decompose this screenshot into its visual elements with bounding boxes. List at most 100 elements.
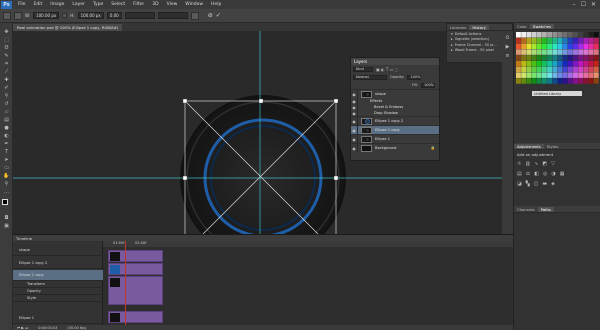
swatch[interactable] [536,37,542,44]
timeline-track-selected[interactable]: Ellipse 1 copy [13,270,103,281]
swatch[interactable] [573,72,578,78]
swatch[interactable] [588,60,594,67]
swatch[interactable] [557,78,563,84]
tab-swatches[interactable]: Swatches [529,23,555,29]
marquee-tool-icon[interactable]: ⬚ [3,37,10,43]
playhead[interactable] [125,241,126,325]
tool-preset-icon[interactable] [3,11,11,20]
swatch[interactable] [573,55,578,61]
swatch[interactable] [547,72,553,78]
swatch[interactable] [588,37,594,44]
swatch[interactable] [593,37,599,44]
swatch[interactable] [547,55,553,61]
commit-transform-button[interactable]: ✓ [216,12,221,19]
vibrance-icon[interactable]: ▽ [551,161,555,167]
swatch[interactable] [578,49,584,55]
swatch[interactable] [516,32,521,38]
swatch[interactable] [557,55,563,61]
eye-icon[interactable]: ◉ [351,144,358,152]
properties-panel-icon[interactable]: ≡ [504,53,511,59]
swatch[interactable] [536,49,542,55]
warp-toggle-icon[interactable] [190,11,199,20]
pen-tool-icon[interactable]: ✒ [3,141,10,147]
layer-row[interactable]: ◉ Ellipse 1 copy 2 [351,116,439,125]
menu-3d[interactable]: 3D [148,2,162,7]
swatch[interactable] [583,37,589,44]
quick-select-tool-icon[interactable]: ✎ [3,53,10,59]
invert-icon[interactable]: ◪ [517,181,522,187]
menu-image[interactable]: Image [46,2,68,7]
swatch[interactable] [541,78,547,84]
link-icon[interactable] [62,13,68,18]
swatch[interactable] [557,37,563,44]
swatch[interactable] [552,55,558,61]
swatch[interactable] [593,32,599,38]
swatch[interactable] [562,78,568,84]
swatch[interactable] [552,49,558,55]
swatch[interactable] [557,60,563,67]
swatch[interactable] [531,78,537,84]
quick-mask-icon[interactable]: ◘ [3,215,10,221]
swatch[interactable] [531,55,537,61]
eye-icon[interactable]: ◉ [351,90,358,98]
swatch[interactable] [557,32,563,38]
swatch[interactable] [557,66,563,73]
swatch[interactable] [562,60,568,67]
menu-file[interactable]: File [14,2,30,7]
swatch[interactable] [583,43,589,50]
swatch[interactable] [516,49,521,55]
swatch[interactable] [541,43,547,50]
swatch[interactable] [593,72,599,78]
more-tools-icon[interactable]: … [3,189,10,195]
posterize-icon[interactable]: ▚ [526,181,530,187]
timeline-clip[interactable] [108,311,163,323]
brush-tool-icon[interactable]: ✐ [3,85,10,91]
lasso-tool-icon[interactable]: ʘ [3,45,10,51]
swatch[interactable] [588,78,594,84]
swatch[interactable] [593,78,599,84]
swatch[interactable] [536,60,542,67]
swatch[interactable] [562,72,568,78]
fill-field[interactable]: 100% [421,82,435,88]
swatch[interactable] [547,60,553,67]
levels-icon[interactable]: ▥ [525,161,530,167]
swatch[interactable] [578,43,584,50]
swatch[interactable] [521,37,527,44]
swatch[interactable] [562,43,568,50]
swatch[interactable] [552,43,558,50]
swatch[interactable] [578,78,584,84]
swatch[interactable] [552,72,558,78]
swatch[interactable] [521,66,527,73]
menu-edit[interactable]: Edit [30,2,47,7]
swatch[interactable] [557,49,563,55]
color-balance-icon[interactable]: ⚖ [526,171,530,177]
swatch[interactable] [531,49,537,55]
blur-tool-icon[interactable]: ● [3,125,10,131]
timeline-track[interactable]: Ellipse 1 [13,312,103,324]
swatch[interactable] [547,37,553,44]
type-tool-icon[interactable]: T [3,149,10,155]
swatch[interactable] [516,72,521,78]
swatch[interactable] [593,49,599,55]
swatch[interactable] [526,43,532,50]
swatch[interactable] [573,78,578,84]
maximize-button[interactable]: ☐ [581,1,586,8]
swatch[interactable] [593,60,599,67]
swatch[interactable] [516,60,521,67]
layer-row[interactable]: ◉ Background 🔒 [351,143,439,152]
swatch[interactable] [567,66,573,73]
swatch[interactable] [567,78,573,84]
swatch[interactable] [526,66,532,73]
swatch[interactable] [531,32,537,38]
menu-layer[interactable]: Layer [68,2,89,7]
swatch[interactable] [552,78,558,84]
play-controls[interactable]: ⏮ ▶ ⏭ [17,326,28,330]
swatch[interactable] [557,72,563,78]
swatch[interactable] [552,66,558,73]
swatch[interactable] [526,72,532,78]
swatch[interactable] [573,37,578,44]
swatch[interactable] [573,43,578,50]
exposure-icon[interactable]: ◩ [542,161,547,167]
blend-mode-select[interactable]: Normal [353,74,387,80]
swatch[interactable] [531,72,537,78]
